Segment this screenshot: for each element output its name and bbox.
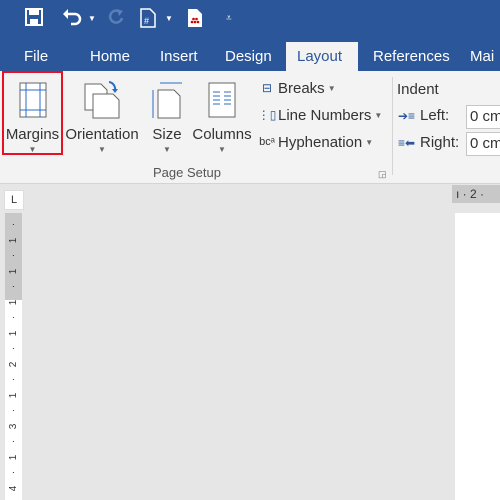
orientation-label: Orientation	[65, 126, 139, 143]
orientation-button[interactable]: Orientation ▼	[63, 75, 141, 154]
chevron-down-icon: ▼	[365, 137, 374, 147]
ruler-tick: 3	[8, 423, 19, 429]
ruler-tick: ·	[8, 315, 19, 320]
ruler-tick: ·	[8, 284, 19, 289]
svg-text:#: #	[144, 16, 149, 26]
breaks-label: Breaks	[278, 79, 325, 97]
page-setup-group-label: Page Setup	[153, 165, 221, 180]
save-icon[interactable]	[25, 8, 43, 33]
horizontal-ruler: ı · 2 ·	[452, 185, 500, 203]
ruler-tick: ·	[8, 222, 19, 227]
indent-left-label: Left:	[420, 107, 450, 124]
line-numbers-icon: ⋮▯	[257, 108, 277, 122]
chevron-down-icon: ▼	[28, 145, 37, 154]
title-bar: ▼ # ▼ ⩡	[0, 0, 500, 38]
tab-mailings[interactable]: Mai	[459, 42, 500, 71]
document-icon[interactable]	[187, 8, 203, 35]
line-numbers-label: Line Numbers	[278, 106, 372, 124]
vertical-ruler: · 1 · 1 · 1 · 1 · 2 · 1 · 3 · 1 · 4	[5, 213, 22, 500]
size-icon	[148, 75, 186, 125]
indent-right-label: Right:	[420, 134, 460, 151]
breaks-button[interactable]: ⊟ Breaks ▼	[256, 77, 336, 99]
ruler-tick: 1	[8, 454, 19, 460]
indent-right-row: ≡⬅ Right:	[398, 134, 459, 151]
indent-left-input[interactable]: 0 cm	[466, 105, 500, 129]
tab-design[interactable]: Design	[214, 42, 283, 71]
orientation-icon	[63, 75, 141, 125]
ruler-tick: 2	[8, 361, 19, 367]
dialog-launcher-icon[interactable]: ◲	[378, 169, 387, 180]
columns-button[interactable]: Columns ▼	[192, 75, 252, 154]
ruler-tick: ·	[8, 377, 19, 382]
undo-icon[interactable]	[62, 8, 82, 33]
ruler-tick: ·	[8, 346, 19, 351]
chevron-down-icon: ▼	[163, 145, 171, 154]
hyphenation-label: Hyphenation	[278, 133, 363, 151]
group-divider	[392, 77, 393, 175]
ruler-tick: 1	[8, 330, 19, 336]
margins-icon	[4, 75, 61, 125]
chevron-down-icon: ▼	[327, 83, 336, 93]
ruler-tick: ·	[8, 439, 19, 444]
tab-layout[interactable]: Layout	[286, 42, 358, 71]
insert-field-icon[interactable]: #	[140, 8, 156, 35]
ruler-tick: 1	[8, 268, 19, 274]
ruler-tick: ·	[8, 253, 19, 258]
indent-right-input[interactable]: 0 cm	[466, 132, 500, 156]
customize-qat-icon[interactable]: ⩡	[226, 8, 232, 30]
chevron-down-icon: ▼	[374, 110, 383, 120]
margins-label: Margins	[5, 126, 60, 143]
document-page[interactable]	[455, 213, 500, 500]
hyphenation-button[interactable]: bcᵃ Hyphenation ▼	[256, 131, 373, 153]
columns-icon	[192, 75, 252, 125]
ruler-tick: 1	[8, 299, 19, 305]
indent-right-icon: ≡⬅	[398, 135, 416, 150]
breaks-icon: ⊟	[261, 81, 273, 95]
ruler-tick: 1	[8, 392, 19, 398]
indent-title: Indent	[397, 81, 439, 98]
size-button[interactable]: Size ▼	[148, 75, 186, 154]
hyphenation-icon: bcᵃ	[259, 136, 275, 148]
undo-dropdown-icon[interactable]: ▼	[88, 8, 96, 30]
chevron-down-icon: ▼	[98, 145, 106, 154]
ribbon-layout: Margins ▼ Orientation ▼ Size ▼ Columns ▼…	[0, 71, 500, 184]
line-numbers-button[interactable]: ⋮▯ Line Numbers ▼	[256, 104, 383, 126]
field-dropdown-icon[interactable]: ▼	[165, 8, 173, 30]
indent-left-icon: ➔≡	[398, 108, 416, 123]
tab-insert[interactable]: Insert	[149, 42, 209, 71]
ribbon-tabs: File Home Insert Design Layout Reference…	[0, 38, 500, 71]
ruler-tick: ·	[8, 470, 19, 475]
tab-file[interactable]: File	[13, 42, 59, 71]
tab-references[interactable]: References	[362, 42, 461, 71]
tab-selector[interactable]: L	[4, 190, 24, 210]
columns-label: Columns	[192, 126, 252, 143]
indent-left-row: ➔≡ Left:	[398, 107, 449, 124]
redo-icon[interactable]	[107, 8, 125, 33]
ruler-tick: 1	[8, 237, 19, 243]
chevron-down-icon: ▼	[218, 145, 226, 154]
size-label: Size	[152, 126, 182, 143]
margins-button[interactable]: Margins ▼	[4, 75, 61, 154]
ruler-tick: 4	[8, 485, 19, 491]
tab-home[interactable]: Home	[79, 42, 141, 71]
ruler-tick: ·	[8, 408, 19, 413]
